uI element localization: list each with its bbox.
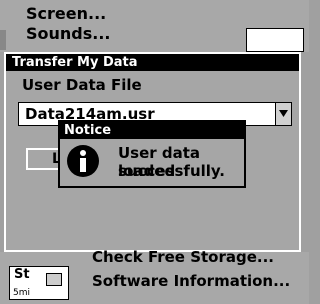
dialog-title: Transfer My Data — [6, 54, 299, 71]
user-data-file-label: User Data File — [22, 76, 142, 94]
menu-item-sounds[interactable]: Sounds... — [26, 24, 111, 43]
mini-map-icon — [46, 273, 62, 286]
mini-map-label: St — [14, 267, 30, 282]
notice-title: Notice — [60, 122, 244, 139]
mini-map: St 5mi — [9, 266, 69, 300]
notice-popup: Notice User data loaded successfully. — [58, 120, 246, 188]
menu-edge — [0, 30, 6, 50]
menu-item-software-information[interactable]: Software Information... — [92, 272, 290, 290]
dropdown-button[interactable] — [275, 103, 291, 125]
menu-item-check-free-storage[interactable]: Check Free Storage... — [92, 248, 274, 266]
menu-value-box — [246, 28, 304, 52]
chevron-down-icon — [279, 110, 288, 117]
notice-message-line2: successfully. — [118, 162, 226, 180]
mini-map-scale: 5mi — [13, 288, 30, 298]
info-icon — [67, 145, 99, 177]
menu-item-screen[interactable]: Screen... — [26, 4, 106, 23]
